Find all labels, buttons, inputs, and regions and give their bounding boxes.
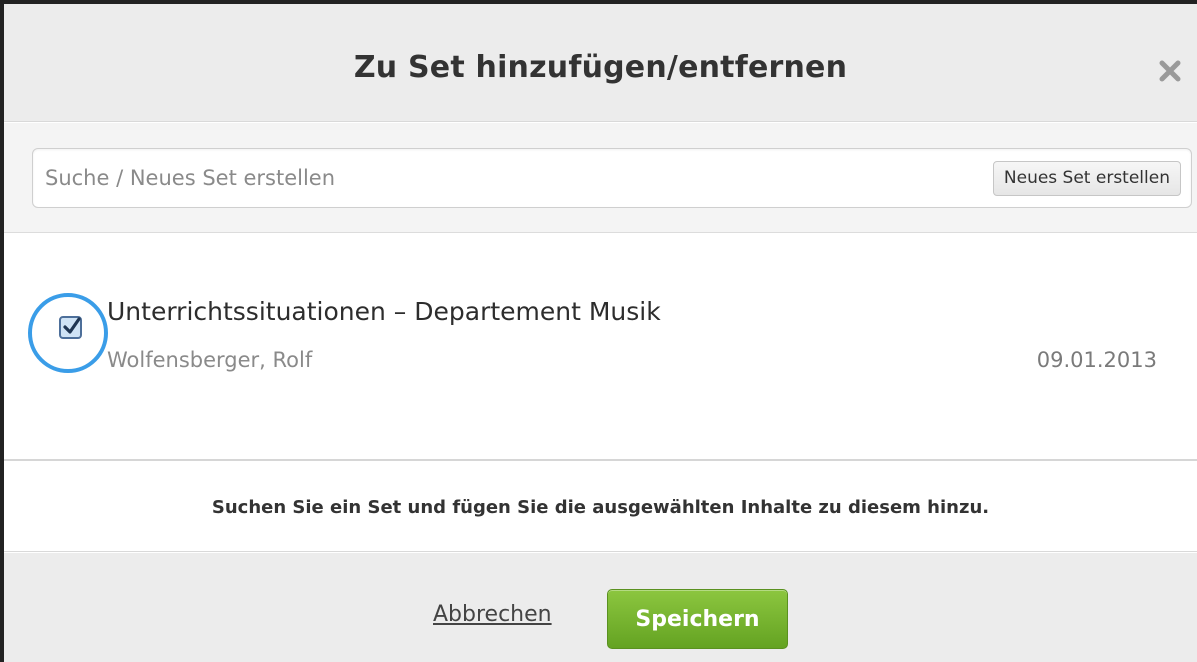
set-list: Unterrichtssituationen – Departement Mus… xyxy=(4,234,1197,461)
close-icon[interactable] xyxy=(1157,58,1183,84)
list-item[interactable]: Unterrichtssituationen – Departement Mus… xyxy=(4,234,1197,461)
create-set-button[interactable]: Neues Set erstellen xyxy=(992,161,1181,196)
hint-text: Suchen Sie ein Set und fügen Sie die aus… xyxy=(211,497,990,518)
set-date: 09.01.2013 xyxy=(1036,348,1157,372)
dialog-title: Zu Set hinzufügen/entfernen xyxy=(353,50,848,85)
hint-section: Suchen Sie ein Set und fügen Sie die aus… xyxy=(4,463,1197,552)
checkmark-icon xyxy=(63,317,81,334)
set-owner: Wolfensberger, Rolf xyxy=(107,348,313,372)
dialog-footer: Abbrechen Speichern xyxy=(4,553,1197,662)
search-section: Neues Set erstellen xyxy=(4,123,1197,233)
set-title: Unterrichtssituationen – Departement Mus… xyxy=(107,297,661,326)
dialog-header: Zu Set hinzufügen/entfernen xyxy=(4,4,1197,122)
set-checkbox[interactable] xyxy=(59,316,82,339)
search-box: Neues Set erstellen xyxy=(32,148,1192,208)
save-button[interactable]: Speichern xyxy=(607,589,788,649)
add-to-set-dialog: Zu Set hinzufügen/entfernen Neues Set er… xyxy=(0,0,1197,662)
cancel-link[interactable]: Abbrechen xyxy=(433,602,552,627)
search-input[interactable] xyxy=(43,157,923,199)
